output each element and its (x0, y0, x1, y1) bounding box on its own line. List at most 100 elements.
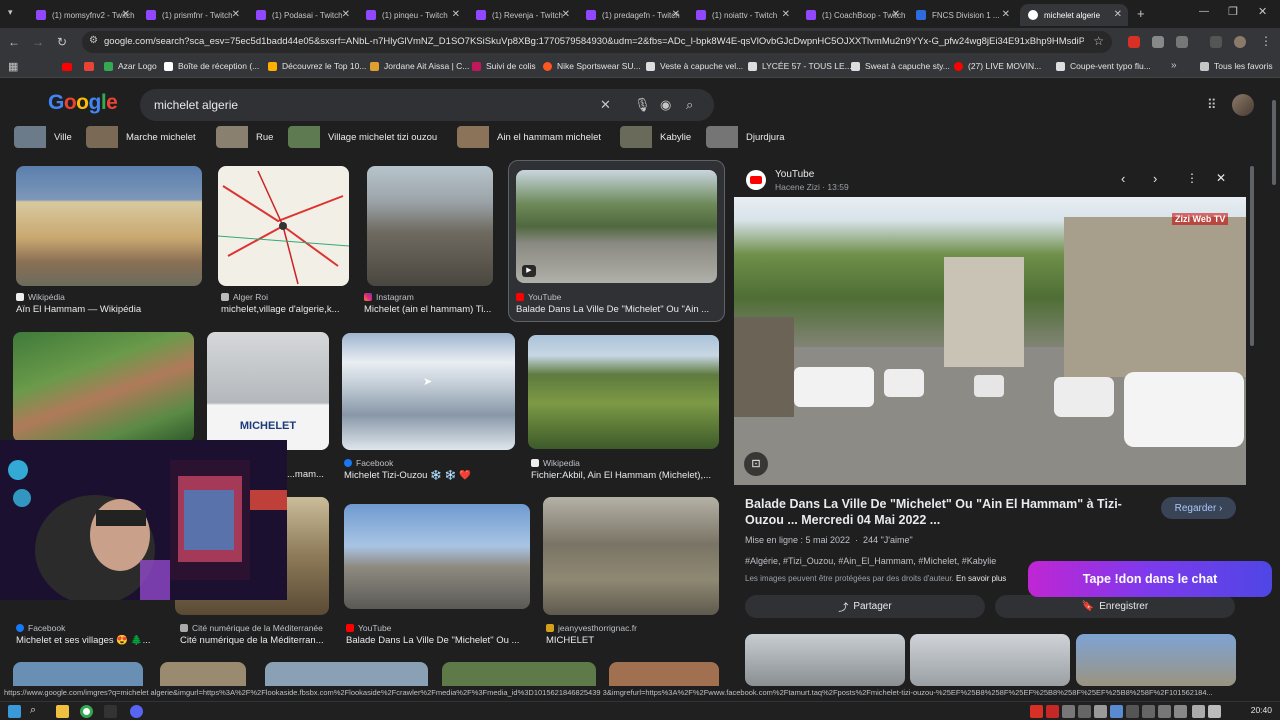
bookmark-item[interactable]: (27) LIVE MOVIN... (954, 61, 1041, 71)
close-icon[interactable]: ✕ (672, 9, 680, 20)
url-text[interactable]: google.com/search?sca_esv=75ec5d1badd44e… (104, 36, 1084, 47)
tab-6[interactable]: (1) predagefn - Twitch ✕ (578, 4, 686, 26)
bookmark-item[interactable]: Sweat à capuche sty... (851, 61, 950, 71)
next-icon[interactable]: › (1153, 171, 1157, 186)
extension-icon[interactable] (1176, 36, 1188, 48)
window-close-icon[interactable]: ✕ (1258, 5, 1267, 18)
bluetooth-icon[interactable] (1110, 705, 1123, 718)
more-options-icon[interactable]: ⋮ (1186, 171, 1198, 185)
minimize-icon[interactable]: — (1199, 6, 1209, 17)
result-image[interactable] (609, 662, 719, 686)
lens-icon[interactable]: ◉ (660, 97, 671, 113)
save-button[interactable]: 🔖 Enregistrer (995, 595, 1235, 618)
tray-icon[interactable] (1078, 705, 1091, 718)
search-input[interactable]: michelet algerie (154, 98, 238, 112)
more-bookmarks-icon[interactable]: » (1171, 60, 1177, 71)
panel-source[interactable]: YouTube (775, 169, 814, 180)
related-image[interactable] (910, 634, 1070, 686)
result-image[interactable] (344, 504, 530, 609)
result-image[interactable] (442, 662, 596, 686)
close-icon[interactable]: ✕ (452, 9, 460, 20)
tab-4[interactable]: (1) pinqeu - Twitch ✕ (358, 4, 466, 26)
result-image-map[interactable] (218, 166, 349, 286)
close-icon[interactable]: ✕ (1002, 9, 1010, 20)
result-image[interactable] (16, 166, 202, 286)
app-icon[interactable] (104, 705, 117, 718)
back-icon[interactable]: ← (6, 35, 22, 49)
maximize-icon[interactable]: ❐ (1228, 5, 1238, 18)
youtube-icon[interactable] (62, 63, 72, 71)
tray-icon[interactable] (1158, 705, 1171, 718)
result-image[interactable]: ▶ (516, 170, 717, 283)
tab-10[interactable]: michelet algerie ✕ (1020, 4, 1128, 26)
bookmark-item[interactable]: Azar Logo (104, 61, 157, 71)
result-image[interactable] (265, 662, 428, 686)
related-image[interactable] (1076, 634, 1236, 686)
result-title[interactable]: Fichier:Akbil, Ain El Hammam (Michelet),… (531, 470, 717, 481)
previous-icon[interactable]: ‹ (1121, 171, 1125, 186)
result-title[interactable]: MICHELET (546, 635, 716, 646)
close-icon[interactable]: ✕ (892, 9, 900, 20)
close-icon[interactable]: ✕ (122, 9, 130, 20)
result-title[interactable]: Balade Dans La Ville De "Michelet" Ou "A… (516, 304, 716, 315)
preview-image[interactable]: Zizi Web TV ⊡ (734, 197, 1246, 485)
result-title[interactable]: Michelet et ses villages 😍 🌲... (16, 635, 166, 646)
tray-icon[interactable] (1174, 705, 1187, 718)
apps-icon[interactable]: ▦ (8, 60, 18, 73)
bookmark-item[interactable]: LYCÉE 57 - TOUS LE... (748, 61, 852, 71)
omnibox[interactable]: ⚙ google.com/search?sca_esv=75ec5d1badd4… (82, 31, 1112, 53)
panel-title[interactable]: Balade Dans La Ville De "Michelet" Ou "A… (745, 496, 1145, 528)
result-image[interactable] (160, 662, 246, 686)
search-box[interactable]: michelet algerie ✕ 🎙 ◉ ⌕ (140, 89, 714, 121)
media-icon[interactable] (1210, 36, 1222, 48)
result-image[interactable]: MICHELET (207, 332, 329, 450)
extension-icon[interactable] (1152, 36, 1164, 48)
result-image[interactable] (13, 662, 143, 686)
avatar[interactable] (1232, 94, 1254, 116)
related-image[interactable] (745, 634, 905, 686)
close-panel-icon[interactable]: ✕ (1216, 171, 1226, 185)
share-button[interactable]: ⤴ Partager (745, 595, 985, 618)
google-apps-icon[interactable]: ⠿ (1207, 97, 1217, 113)
tab-1[interactable]: (1) momsyfnv2 - Twitch ✕ (28, 4, 136, 26)
chip-village-michelet[interactable]: Village michelet tizi ouzou (288, 126, 437, 148)
network-icon[interactable] (1192, 705, 1205, 718)
result-title[interactable]: Michelet (ain el hammam) Ti... (364, 304, 496, 315)
result-image[interactable] (543, 497, 719, 615)
clock[interactable]: 20:40 (1251, 705, 1272, 715)
reload-icon[interactable]: ↻ (54, 35, 70, 49)
tray-icon[interactable] (1142, 705, 1155, 718)
microphone-icon[interactable]: 🎙 (634, 97, 651, 113)
tray-icon[interactable] (1094, 705, 1107, 718)
result-image[interactable] (528, 335, 719, 449)
close-icon[interactable]: ✕ (342, 9, 350, 20)
result-title[interactable]: michelet,village d'algerie,k... (221, 304, 351, 315)
result-image[interactable] (367, 166, 493, 286)
chip-marche-michelet[interactable]: Marche michelet (86, 126, 196, 148)
tab-9[interactable]: FNCS Division 1 ... ✕ (908, 4, 1016, 26)
panel-tags[interactable]: #Algérie, #Tizi_Ouzou, #Ain_El_Hammam, #… (745, 556, 996, 566)
tab-2[interactable]: (1) prismfnr - Twitch ✕ (138, 4, 246, 26)
close-icon[interactable]: ✕ (562, 9, 570, 20)
bookmark-item[interactable]: Suivi de colis (472, 61, 536, 71)
tab-8[interactable]: (1) CoachBoop - Twitch ✕ (798, 4, 906, 26)
tab-menu-icon[interactable]: ▾ (8, 7, 13, 18)
tray-icon[interactable] (1062, 705, 1075, 718)
watch-button[interactable]: Regarder › (1161, 497, 1236, 519)
bookmark-item[interactable]: Découvrez le Top 10... (268, 61, 366, 71)
result-image[interactable] (13, 332, 194, 442)
learn-more-link[interactable]: En savoir plus (956, 574, 1006, 583)
close-icon[interactable]: ✕ (232, 9, 240, 20)
result-image[interactable] (342, 333, 515, 450)
more-menu-icon[interactable]: ⋮ (1260, 34, 1272, 48)
result-title[interactable]: Aïn El Hammam — Wikipédia (16, 304, 202, 315)
all-bookmarks[interactable]: Tous les favoris (1200, 61, 1273, 71)
close-icon[interactable]: ✕ (782, 9, 790, 20)
bookmark-item[interactable]: Veste à capuche vel... (646, 61, 743, 71)
search-icon[interactable]: ⌕ (686, 97, 693, 113)
result-title[interactable]: Michelet Tizi-Ouzou ❄️ ❄️ ❤️ (344, 470, 514, 481)
lens-search-icon[interactable]: ⊡ (744, 452, 768, 476)
forward-icon[interactable]: → (30, 35, 46, 49)
tray-icon[interactable] (1046, 705, 1059, 718)
tab-5[interactable]: (1) Revenja - Twitch ✕ (468, 4, 576, 26)
